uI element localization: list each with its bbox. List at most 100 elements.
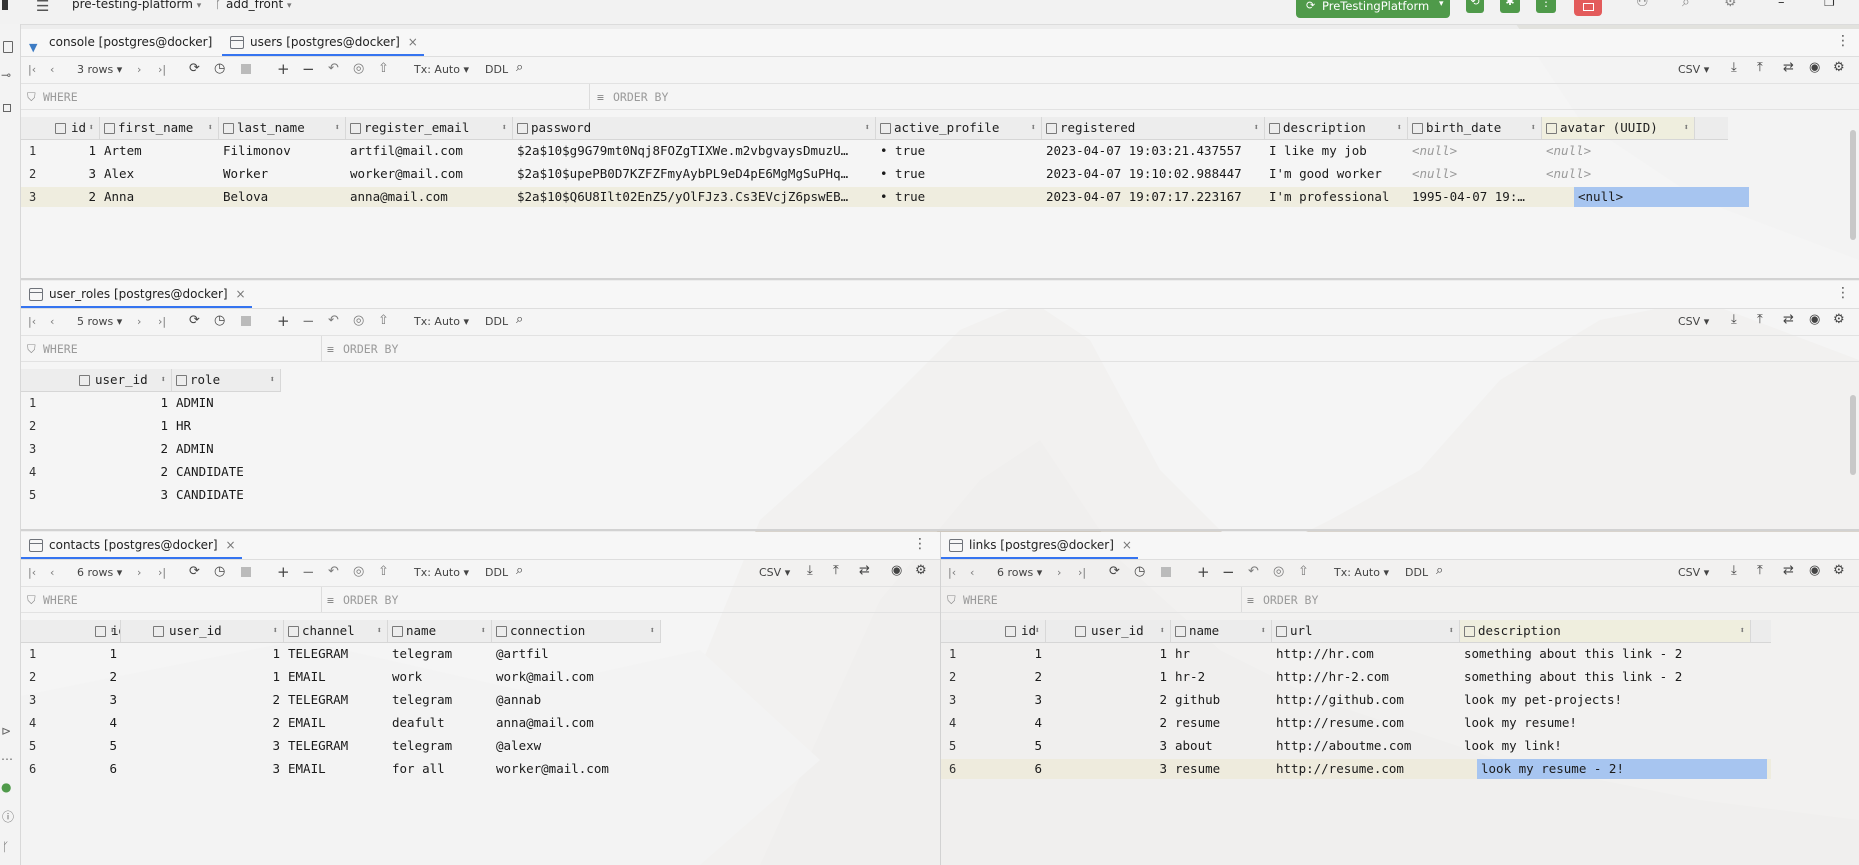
column-header-name[interactable]: name ⬍ [388, 620, 492, 642]
cell-description[interactable]: something about this link - 2 [1460, 644, 1751, 664]
delete-row-icon[interactable]: − [302, 563, 315, 581]
table-row[interactable]: 1 1 1 TELEGRAM telegram @artfil [21, 644, 661, 664]
submit-icon[interactable]: ⇧ [378, 564, 389, 579]
cell-description[interactable]: look my link! [1460, 736, 1751, 756]
column-header-last-name[interactable]: last_name ⬍ [219, 117, 346, 139]
cell-channel[interactable]: EMAIL [284, 713, 388, 733]
cell-user-id[interactable]: 2 [1046, 690, 1171, 710]
cell-name[interactable]: github [1171, 690, 1272, 710]
cell-url[interactable]: http://hr-2.com [1272, 667, 1460, 687]
add-user-icon[interactable]: ⚇ [1636, 0, 1649, 10]
cell-password[interactable]: $2a$10$Q6U8Ilt02EnZ5/yOlFJz3.Cs3EVcjZ6ps… [513, 187, 876, 207]
sort-arrows-icon[interactable]: ⬍ [1031, 117, 1036, 139]
history-icon[interactable]: ◷ [214, 564, 225, 579]
panel-options-icon[interactable]: ⋮ [913, 536, 927, 552]
column-header-id[interactable]: id⬍ [41, 117, 100, 139]
ddl-button[interactable]: DDL [485, 315, 508, 328]
cell-role[interactable]: ADMIN [172, 439, 281, 459]
export-format-selector[interactable]: CSV ▾ [1678, 566, 1709, 579]
rows-count-selector[interactable]: 6 rows ▾ [997, 566, 1042, 579]
delete-row-icon[interactable]: − [302, 60, 315, 78]
last-page-icon[interactable]: ›| [158, 63, 166, 76]
column-header-description[interactable]: description ⬍ [1460, 620, 1751, 642]
upload-icon[interactable]: ⤒ [1757, 312, 1763, 327]
tx-mode-selector[interactable]: Tx: Auto ▾ [1334, 566, 1389, 579]
table-row[interactable]: 5 5 3 about http://aboutme.com look my l… [941, 736, 1771, 756]
cell-id[interactable]: 2 [41, 667, 121, 687]
cell-id[interactable]: 1 [41, 141, 100, 161]
sort-arrows-icon[interactable]: ⬍ [502, 117, 507, 139]
cell-id[interactable]: 1 [41, 644, 121, 664]
cell-register-email[interactable]: anna@mail.com [346, 187, 513, 207]
cell-register-email[interactable]: artfil@mail.com [346, 141, 513, 161]
search-icon[interactable]: ⌕ [1682, 0, 1690, 10]
cell-channel[interactable]: TELEGRAM [284, 690, 388, 710]
cell-description[interactable]: look my resume - 2! [1477, 759, 1767, 779]
column-header-user-id[interactable]: user_id ⬍ [41, 369, 172, 391]
table-row[interactable]: 4 4 2 EMAIL deafult anna@mail.com [21, 713, 661, 733]
history-icon[interactable]: ◷ [1134, 564, 1145, 579]
cell-first-name[interactable]: Anna [100, 187, 219, 207]
column-header-channel[interactable]: channel ⬍ [284, 620, 388, 642]
stop-query-icon[interactable] [241, 567, 251, 577]
tab-user-roles[interactable]: user_roles [postgres@docker] × [21, 281, 252, 308]
cell-user-id[interactable]: 3 [1046, 736, 1171, 756]
cell-register-email[interactable]: worker@mail.com [346, 164, 513, 184]
stop-query-icon[interactable] [1161, 567, 1171, 577]
cell-name[interactable]: work [388, 667, 492, 687]
cell-avatar[interactable]: <null> [1542, 164, 1695, 184]
compare-icon[interactable]: ⇄ [1783, 60, 1794, 75]
table-row[interactable]: 6 6 3 resume http://resume.com look my r… [941, 759, 1771, 779]
cell-user-id[interactable]: 1 [41, 416, 172, 436]
column-header-description[interactable]: description ⬍ [1265, 117, 1408, 139]
column-header-url[interactable]: url ⬍ [1272, 620, 1460, 642]
cell-description[interactable]: look my pet-projects! [1460, 690, 1751, 710]
first-page-icon[interactable]: |‹ [28, 566, 36, 579]
next-page-icon[interactable]: › [137, 566, 141, 579]
add-row-icon[interactable]: + [277, 563, 290, 581]
sort-arrows-icon[interactable]: ⬍ [1397, 117, 1402, 139]
ddl-button[interactable]: DDL [485, 566, 508, 579]
debug-icon[interactable]: ✱ [1500, 0, 1520, 13]
rows-count-selector[interactable]: 6 rows ▾ [77, 566, 122, 579]
cell-active-profile[interactable]: • true [876, 164, 1042, 184]
table-row[interactable]: 2 2 1 EMAIL work work@mail.com [21, 667, 661, 687]
view-icon[interactable]: ◉ [891, 563, 902, 578]
next-page-icon[interactable]: › [137, 63, 141, 76]
tx-mode-selector[interactable]: Tx: Auto ▾ [414, 566, 469, 579]
close-icon[interactable]: × [1122, 532, 1132, 558]
first-page-icon[interactable]: |‹ [28, 315, 36, 328]
add-row-icon[interactable]: + [277, 60, 290, 78]
prev-page-icon[interactable]: ‹ [970, 566, 974, 579]
sort-arrows-icon[interactable]: ⬍ [1254, 117, 1259, 139]
project-selector[interactable]: pre-testing-platform ▾ [72, 0, 201, 11]
last-page-icon[interactable]: ›| [1078, 566, 1086, 579]
preview-changes-icon[interactable]: ◎ [1273, 564, 1284, 579]
cell-connection[interactable]: work@mail.com [492, 667, 661, 687]
ddl-button[interactable]: DDL [485, 63, 508, 76]
stop-button[interactable] [1574, 0, 1602, 16]
column-header-id[interactable]: id⬍ [41, 620, 121, 642]
panel-options-icon[interactable]: ⋮ [1836, 285, 1850, 301]
cell-name[interactable]: deafult [388, 713, 492, 733]
cell-user-id[interactable]: 1 [121, 644, 284, 664]
cell-id[interactable]: 3 [961, 690, 1046, 710]
cell-user-id[interactable]: 2 [41, 462, 172, 482]
export-format-selector[interactable]: CSV ▾ [1678, 63, 1709, 76]
cell-url[interactable]: http://resume.com [1272, 759, 1460, 779]
submit-icon[interactable]: ⇧ [1298, 564, 1309, 579]
view-icon[interactable]: ◉ [1809, 563, 1820, 578]
gear-icon[interactable]: ⚙ [1724, 0, 1737, 10]
tx-mode-selector[interactable]: Tx: Auto ▾ [414, 63, 469, 76]
table-row[interactable]: 3 2 Anna Belova anna@mail.com $2a$10$Q6U… [21, 187, 1749, 207]
cell-description[interactable]: I'm good worker [1265, 164, 1408, 184]
search-icon[interactable]: ⌕ [516, 60, 523, 75]
settings-icon[interactable]: ⚙ [1833, 60, 1845, 75]
revert-icon[interactable]: ↶ [328, 61, 339, 76]
where-filter-input[interactable]: WHERE [43, 90, 78, 104]
cell-registered[interactable]: 2023-04-07 19:10:02.988447 [1042, 164, 1265, 184]
sort-arrows-icon[interactable]: ⬍ [270, 369, 275, 391]
where-filter-input[interactable]: WHERE [43, 342, 78, 356]
delete-row-icon[interactable]: − [302, 312, 315, 330]
cell-connection[interactable]: worker@mail.com [492, 759, 661, 779]
